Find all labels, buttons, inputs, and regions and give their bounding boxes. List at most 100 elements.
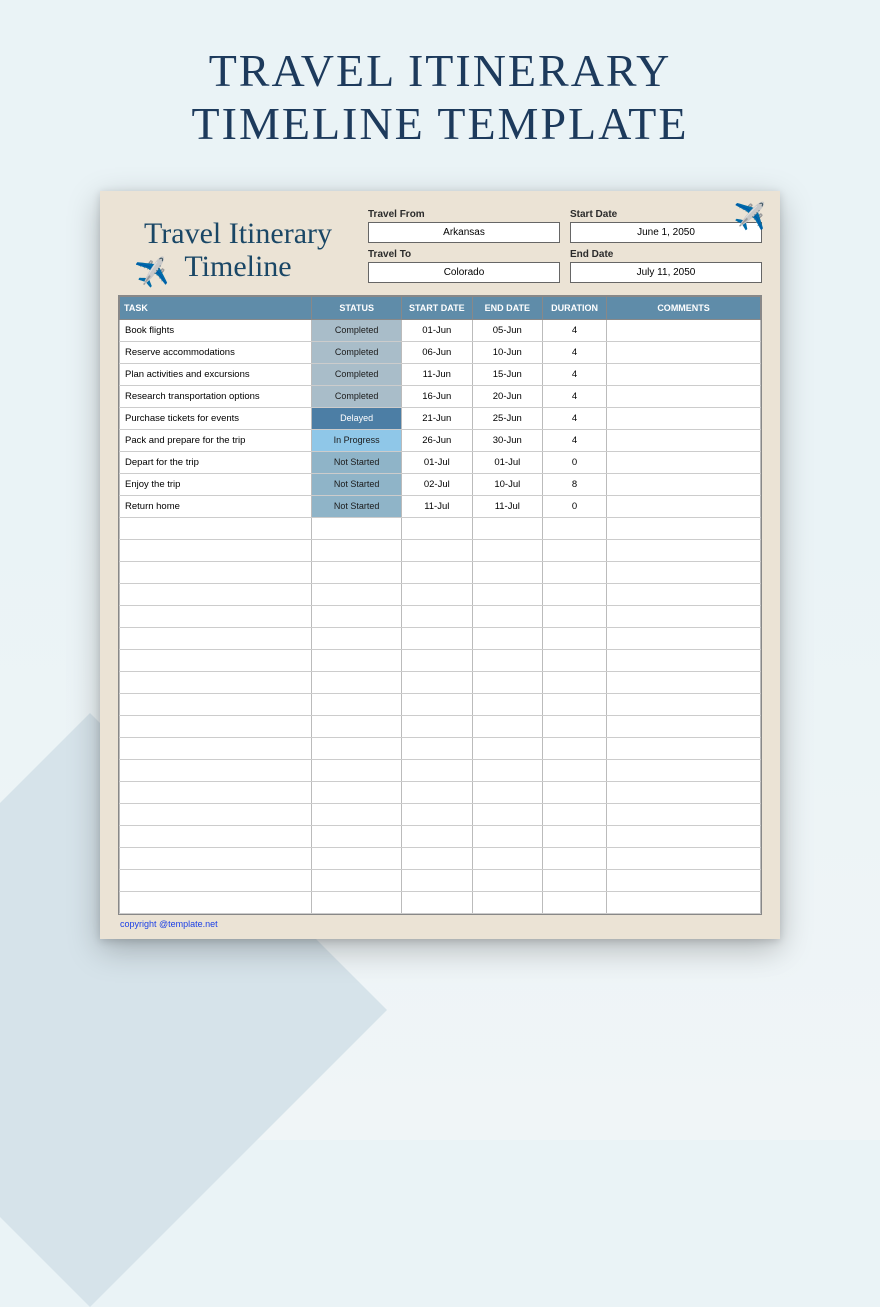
cell-status[interactable]	[312, 891, 402, 913]
cell-start-date[interactable]	[402, 737, 473, 759]
table-row[interactable]: Return homeNot Started11-Jul11-Jul0	[120, 495, 761, 517]
table-row[interactable]	[120, 759, 761, 781]
cell-start-date[interactable]	[402, 627, 473, 649]
cell-status[interactable]	[312, 583, 402, 605]
cell-end-date[interactable]: 01-Jul	[472, 451, 543, 473]
cell-status[interactable]	[312, 539, 402, 561]
cell-comments[interactable]	[607, 319, 761, 341]
cell-status[interactable]: Completed	[312, 363, 402, 385]
cell-start-date[interactable]	[402, 715, 473, 737]
cell-comments[interactable]	[607, 495, 761, 517]
cell-task[interactable]	[120, 869, 312, 891]
cell-duration[interactable]: 4	[543, 385, 607, 407]
cell-start-date[interactable]	[402, 539, 473, 561]
cell-duration[interactable]	[543, 759, 607, 781]
cell-status[interactable]	[312, 605, 402, 627]
cell-end-date[interactable]	[472, 891, 543, 913]
cell-comments[interactable]	[607, 429, 761, 451]
cell-end-date[interactable]	[472, 715, 543, 737]
cell-task[interactable]	[120, 781, 312, 803]
cell-duration[interactable]: 0	[543, 495, 607, 517]
cell-end-date[interactable]: 25-Jun	[472, 407, 543, 429]
cell-duration[interactable]	[543, 671, 607, 693]
cell-status[interactable]	[312, 781, 402, 803]
cell-end-date[interactable]: 30-Jun	[472, 429, 543, 451]
cell-status[interactable]: Completed	[312, 341, 402, 363]
cell-start-date[interactable]: 11-Jul	[402, 495, 473, 517]
travel-to-input[interactable]: Colorado	[368, 262, 560, 283]
cell-status[interactable]	[312, 649, 402, 671]
table-row[interactable]	[120, 715, 761, 737]
cell-start-date[interactable]	[402, 803, 473, 825]
cell-end-date[interactable]	[472, 561, 543, 583]
cell-duration[interactable]	[543, 583, 607, 605]
table-row[interactable]	[120, 847, 761, 869]
cell-status[interactable]	[312, 715, 402, 737]
cell-end-date[interactable]	[472, 605, 543, 627]
cell-status[interactable]	[312, 737, 402, 759]
cell-comments[interactable]	[607, 385, 761, 407]
table-row[interactable]: Purchase tickets for eventsDelayed21-Jun…	[120, 407, 761, 429]
cell-task[interactable]	[120, 649, 312, 671]
cell-comments[interactable]	[607, 847, 761, 869]
table-row[interactable]	[120, 737, 761, 759]
cell-comments[interactable]	[607, 517, 761, 539]
cell-end-date[interactable]	[472, 869, 543, 891]
cell-duration[interactable]	[543, 693, 607, 715]
cell-start-date[interactable]	[402, 583, 473, 605]
cell-start-date[interactable]: 01-Jul	[402, 451, 473, 473]
cell-comments[interactable]	[607, 781, 761, 803]
table-row[interactable]: Pack and prepare for the tripIn Progress…	[120, 429, 761, 451]
cell-end-date[interactable]	[472, 825, 543, 847]
cell-start-date[interactable]: 02-Jul	[402, 473, 473, 495]
cell-status[interactable]	[312, 627, 402, 649]
cell-start-date[interactable]	[402, 693, 473, 715]
cell-status[interactable]: In Progress	[312, 429, 402, 451]
cell-task[interactable]	[120, 671, 312, 693]
cell-comments[interactable]	[607, 363, 761, 385]
cell-end-date[interactable]	[472, 517, 543, 539]
cell-status[interactable]	[312, 803, 402, 825]
cell-end-date[interactable]	[472, 847, 543, 869]
cell-comments[interactable]	[607, 407, 761, 429]
cell-duration[interactable]	[543, 825, 607, 847]
cell-comments[interactable]	[607, 649, 761, 671]
cell-duration[interactable]	[543, 869, 607, 891]
cell-start-date[interactable]: 16-Jun	[402, 385, 473, 407]
cell-start-date[interactable]	[402, 517, 473, 539]
cell-start-date[interactable]: 26-Jun	[402, 429, 473, 451]
cell-comments[interactable]	[607, 671, 761, 693]
cell-task[interactable]: Research transportation options	[120, 385, 312, 407]
cell-end-date[interactable]	[472, 759, 543, 781]
cell-start-date[interactable]	[402, 891, 473, 913]
cell-start-date[interactable]: 01-Jun	[402, 319, 473, 341]
table-row[interactable]	[120, 891, 761, 913]
cell-start-date[interactable]	[402, 671, 473, 693]
table-row[interactable]	[120, 517, 761, 539]
cell-duration[interactable]: 4	[543, 319, 607, 341]
cell-start-date[interactable]	[402, 847, 473, 869]
cell-end-date[interactable]: 05-Jun	[472, 319, 543, 341]
table-row[interactable]: Book flightsCompleted01-Jun05-Jun4	[120, 319, 761, 341]
cell-end-date[interactable]: 15-Jun	[472, 363, 543, 385]
cell-start-date[interactable]: 21-Jun	[402, 407, 473, 429]
cell-comments[interactable]	[607, 605, 761, 627]
cell-start-date[interactable]	[402, 605, 473, 627]
cell-duration[interactable]	[543, 847, 607, 869]
cell-duration[interactable]: 4	[543, 341, 607, 363]
cell-end-date[interactable]	[472, 539, 543, 561]
cell-start-date[interactable]	[402, 561, 473, 583]
cell-status[interactable]	[312, 517, 402, 539]
cell-status[interactable]: Delayed	[312, 407, 402, 429]
cell-task[interactable]	[120, 803, 312, 825]
cell-status[interactable]	[312, 561, 402, 583]
table-row[interactable]	[120, 825, 761, 847]
table-row[interactable]	[120, 605, 761, 627]
cell-comments[interactable]	[607, 891, 761, 913]
cell-task[interactable]	[120, 759, 312, 781]
cell-task[interactable]: Enjoy the trip	[120, 473, 312, 495]
cell-duration[interactable]	[543, 715, 607, 737]
cell-end-date[interactable]	[472, 781, 543, 803]
cell-task[interactable]	[120, 737, 312, 759]
cell-duration[interactable]	[543, 539, 607, 561]
